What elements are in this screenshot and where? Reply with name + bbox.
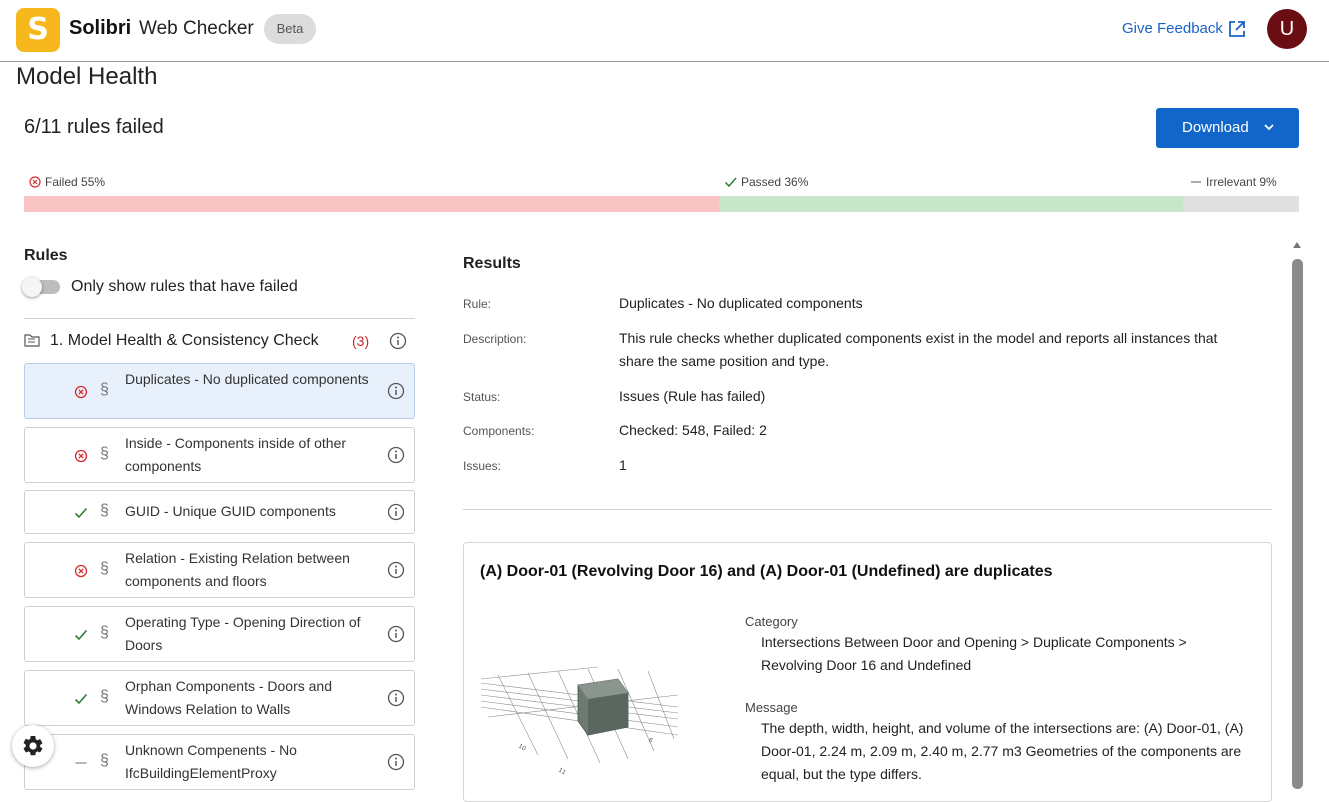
check-icon: [74, 507, 88, 519]
folder-icon: [24, 334, 40, 347]
external-link-icon[interactable]: [1228, 20, 1246, 38]
components-value: Checked: 548, Failed: 2: [619, 422, 767, 438]
page-title: Model Health: [16, 63, 158, 90]
rule-item[interactable]: § Orphan Components - Doors and Windows R…: [24, 670, 415, 726]
info-icon[interactable]: [387, 689, 405, 707]
download-label: Download: [1182, 119, 1249, 136]
legend-failed-label: Failed 55%: [45, 175, 106, 189]
progress-passed-segment: [719, 196, 1183, 212]
rule-item[interactable]: § GUID - Unique GUID components: [24, 490, 415, 534]
info-icon[interactable]: [387, 446, 405, 464]
info-icon[interactable]: [387, 561, 405, 579]
issue-card[interactable]: (A) Door-01 (Revolving Door 16) and (A) …: [463, 542, 1272, 802]
info-icon[interactable]: [387, 503, 405, 521]
rule-item-name: Orphan Components - Doors and Windows Re…: [125, 678, 332, 717]
failed-icon: [29, 176, 41, 188]
results-progress-bar: [24, 196, 1299, 212]
paragraph-icon: §: [100, 381, 109, 398]
info-icon[interactable]: [387, 753, 405, 771]
rule-item-name: GUID - Unique GUID components: [125, 503, 336, 519]
progress-irrelevant-segment: [1183, 196, 1299, 212]
issues-value: 1: [619, 457, 627, 473]
download-button[interactable]: Download: [1156, 108, 1299, 148]
settings-button[interactable]: [12, 725, 54, 767]
rule-item[interactable]: § Operating Type - Opening Direction of D…: [24, 606, 415, 662]
failed-only-toggle-label: Only show rules that have failed: [71, 278, 298, 295]
check-icon: [724, 177, 737, 188]
rule-item[interactable]: § Inside - Components inside of other com…: [24, 427, 415, 483]
results-heading: Results: [463, 255, 521, 272]
rule-item[interactable]: § Unknown Compenents - No IfcBuildingElem…: [24, 734, 415, 790]
rule-item-name: Duplicates - No duplicated components: [125, 371, 369, 387]
dash-icon: [1191, 181, 1201, 183]
message-value: The depth, width, height, and volume of …: [761, 720, 1244, 782]
failed-icon: [74, 385, 88, 399]
dash-icon: [75, 762, 87, 764]
legend-irrelevant: Irrelevant 9%: [1190, 175, 1277, 189]
info-icon[interactable]: [389, 332, 407, 350]
status-value: Issues (Rule has failed): [619, 388, 766, 404]
issues-label: Issues:: [463, 459, 502, 473]
legend-passed-label: Passed 36%: [741, 175, 809, 189]
failed-icon: [74, 449, 88, 463]
rule-item[interactable]: § Duplicates - No duplicated components: [24, 363, 415, 419]
rule-item-name: Unknown Compenents - No IfcBuildingEleme…: [125, 742, 297, 781]
legend-passed: Passed 36%: [724, 175, 808, 189]
rule-item-name: Operating Type - Opening Direction of Do…: [125, 614, 361, 653]
rule-group-name: 1. Model Health & Consistency Check: [50, 332, 319, 349]
svg-text:10: 10: [517, 743, 527, 753]
give-feedback-link[interactable]: Give Feedback: [1122, 20, 1223, 37]
status-label: Status:: [463, 390, 501, 404]
results-divider: [463, 509, 1272, 510]
rules-divider: [24, 318, 415, 319]
legend-irrelevant-label: Irrelevant 9%: [1206, 175, 1277, 189]
issue-title: (A) Door-01 (Revolving Door 16) and (A) …: [480, 563, 1053, 580]
failed-only-toggle[interactable]: [22, 277, 60, 297]
app-header: S Solibri Web Checker Beta Give Feedback…: [0, 0, 1329, 62]
paragraph-icon: §: [100, 624, 109, 641]
paragraph-icon: §: [100, 560, 109, 577]
components-label: Components:: [463, 424, 535, 438]
model-preview-image[interactable]: 10 11 6: [478, 655, 683, 795]
toggle-knob: [22, 277, 42, 297]
chevron-down-icon: [1264, 124, 1274, 131]
rule-group-header[interactable]: 1. Model Health & Consistency Check (3): [24, 331, 415, 353]
solibri-logo: S: [16, 8, 60, 52]
info-icon[interactable]: [387, 382, 405, 400]
gear-icon: [23, 735, 43, 756]
legend-failed: Failed 55%: [29, 175, 105, 189]
failed-icon: [74, 564, 88, 578]
logo-letter: S: [27, 12, 49, 47]
check-icon: [74, 693, 88, 705]
category-value: Intersections Between Door and Opening >…: [761, 634, 1187, 673]
category-label: Category: [745, 614, 798, 629]
beta-badge: Beta: [264, 14, 316, 44]
description-value: This rule checks whether duplicated comp…: [619, 330, 1218, 369]
scroll-up-arrow-icon[interactable]: [1293, 242, 1301, 248]
info-icon[interactable]: [387, 625, 405, 643]
description-label: Description:: [463, 332, 527, 346]
message-label: Message: [745, 700, 798, 715]
progress-failed-segment: [24, 196, 719, 212]
paragraph-icon: §: [100, 445, 109, 462]
rule-label: Rule:: [463, 297, 492, 311]
rule-item-name: Inside - Components inside of other comp…: [125, 435, 347, 474]
rule-value: Duplicates - No duplicated components: [619, 295, 863, 311]
rules-heading: Rules: [24, 247, 68, 264]
user-avatar[interactable]: U: [1267, 9, 1307, 49]
brand-name: Solibri: [69, 17, 132, 39]
check-icon: [74, 629, 88, 641]
paragraph-icon: §: [100, 502, 109, 519]
scrollbar-thumb[interactable]: [1292, 259, 1303, 789]
rule-group-fail-count: (3): [352, 333, 370, 349]
rule-item-name: Relation - Existing Relation between com…: [125, 550, 350, 589]
paragraph-icon: §: [100, 688, 109, 705]
rules-summary: 6/11 rules failed: [24, 116, 164, 138]
product-name: Web Checker: [139, 18, 254, 39]
paragraph-icon: §: [100, 752, 109, 769]
rule-item[interactable]: § Relation - Existing Relation between co…: [24, 542, 415, 598]
svg-text:11: 11: [557, 767, 567, 777]
